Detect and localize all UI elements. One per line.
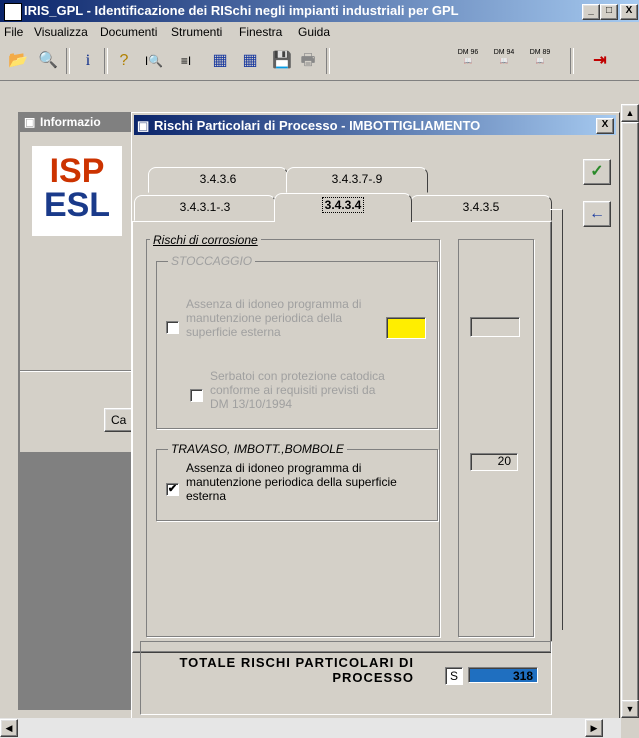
info-icon[interactable]: i [76, 50, 100, 72]
total-unit: S [445, 667, 463, 685]
travaso-item1-label: Assenza di idoneo programma di manutenzi… [186, 461, 397, 503]
informazioni-window: ▣ Informazio ISP ESL Ca [20, 112, 146, 710]
scroll-down-icon[interactable]: ▼ [621, 700, 639, 718]
menu-file[interactable]: File [4, 25, 23, 39]
insert-icon[interactable]: ≡I [174, 50, 198, 72]
menu-documenti[interactable]: Documenti [100, 25, 157, 39]
scroll-thumb[interactable] [621, 122, 639, 704]
menu-finestra[interactable]: Finestra [239, 25, 282, 39]
travaso-title: TRAVASO, IMBOTT.,BOMBOLE [168, 442, 347, 456]
stoccaggio-value[interactable] [470, 317, 520, 337]
help-icon[interactable]: ? [112, 50, 136, 72]
scroll-left-icon[interactable]: ◀ [0, 719, 18, 737]
search-icon[interactable]: 🔍 [36, 50, 60, 72]
corrosione-group-title: Rischi di corrosione [150, 233, 261, 247]
dm94-icon[interactable]: DM 94 📖 [490, 48, 518, 74]
menu-guida[interactable]: Guida [298, 25, 330, 39]
tab-3437-9[interactable]: 3.4.3.7-.9 [286, 167, 428, 193]
travaso-item1-checkbox[interactable]: ✔ [166, 483, 179, 496]
tab-3431-3[interactable]: 3.4.3.1-.3 [134, 195, 276, 221]
scroll-right-icon[interactable]: ▶ [585, 719, 603, 737]
stoccaggio-item1-label: Assenza di idoneo programma di manutenzi… [186, 297, 362, 339]
app-title: IRIS_GPL - Identificazione dei RISchi ne… [24, 3, 459, 18]
window-icon: ▣ [24, 115, 36, 129]
save-icon[interactable]: 💾 [270, 50, 294, 72]
highlight-field [386, 317, 426, 339]
informazioni-title-bar: ▣ Informazio [20, 112, 140, 132]
print-icon[interactable]: 🖶 [296, 50, 320, 72]
menu-strumenti[interactable]: Strumenti [171, 25, 222, 39]
travaso-value[interactable]: 20 [470, 453, 518, 471]
stoccaggio-item2-label: Serbatoi con protezione catodica conform… [210, 369, 385, 411]
dm89-icon[interactable]: DM 89 📖 [526, 48, 554, 74]
app-title-bar: IRIS_GPL - Identificazione dei RISchi ne… [0, 0, 639, 22]
vertical-scrollbar[interactable]: ▲ ▼ [621, 104, 639, 718]
tab-3436[interactable]: 3.4.3.6 [148, 167, 288, 193]
horizontal-scrollbar[interactable]: ◀ ▶ [0, 718, 621, 738]
rischi-particolari-dialog: ▣ Rischi Particolari di Processo - IMBOT… [131, 112, 620, 720]
table-icon[interactable]: ▦ [238, 50, 262, 72]
exit-icon[interactable]: ⇥ [588, 50, 612, 72]
stoccaggio-item1-checkbox[interactable] [166, 321, 179, 334]
open-folder-icon[interactable]: 📂 [6, 50, 30, 72]
zoom-doc-icon[interactable]: I🔍 [142, 50, 166, 72]
total-value: 318 [468, 667, 538, 683]
values-column [458, 239, 534, 637]
total-label: TOTALE RISCHI PARTICOLARI DI PROCESSO [179, 655, 414, 685]
app-icon [4, 3, 22, 21]
scroll-up-icon[interactable]: ▲ [621, 104, 639, 122]
tab-3435[interactable]: 3.4.3.5 [410, 195, 552, 221]
maximize-button[interactable]: □ [600, 4, 618, 20]
table-search-icon[interactable]: ▦ [208, 50, 232, 72]
toolbar: 📂 🔍 i ? I🔍 ≡I ▦ ▦ 💾 🖶 DM 96 📖 DM 94 📖 DM 8… [0, 42, 639, 81]
back-button[interactable]: ← [583, 201, 611, 227]
tab-control: 3.4.3.6 3.4.3.7-.9 3.4.3.1-.3 3.4.3.4 3.… [132, 113, 619, 719]
menu-bar: File Visualizza Documenti Strumenti Fine… [0, 22, 639, 42]
stoccaggio-title: STOCCAGGIO [168, 254, 256, 268]
minimize-button[interactable]: _ [582, 4, 600, 20]
informazioni-title: Informazio [40, 115, 101, 129]
close-button[interactable]: X [620, 4, 638, 20]
dm96-icon[interactable]: DM 96 📖 [454, 48, 482, 74]
confirm-button[interactable]: ✓ [583, 159, 611, 185]
tab-3434[interactable]: 3.4.3.4 [274, 193, 412, 222]
menu-visualizza[interactable]: Visualizza [34, 25, 88, 39]
stoccaggio-item2-checkbox[interactable] [190, 389, 203, 402]
ispesl-logo: ISP ESL [32, 146, 122, 236]
